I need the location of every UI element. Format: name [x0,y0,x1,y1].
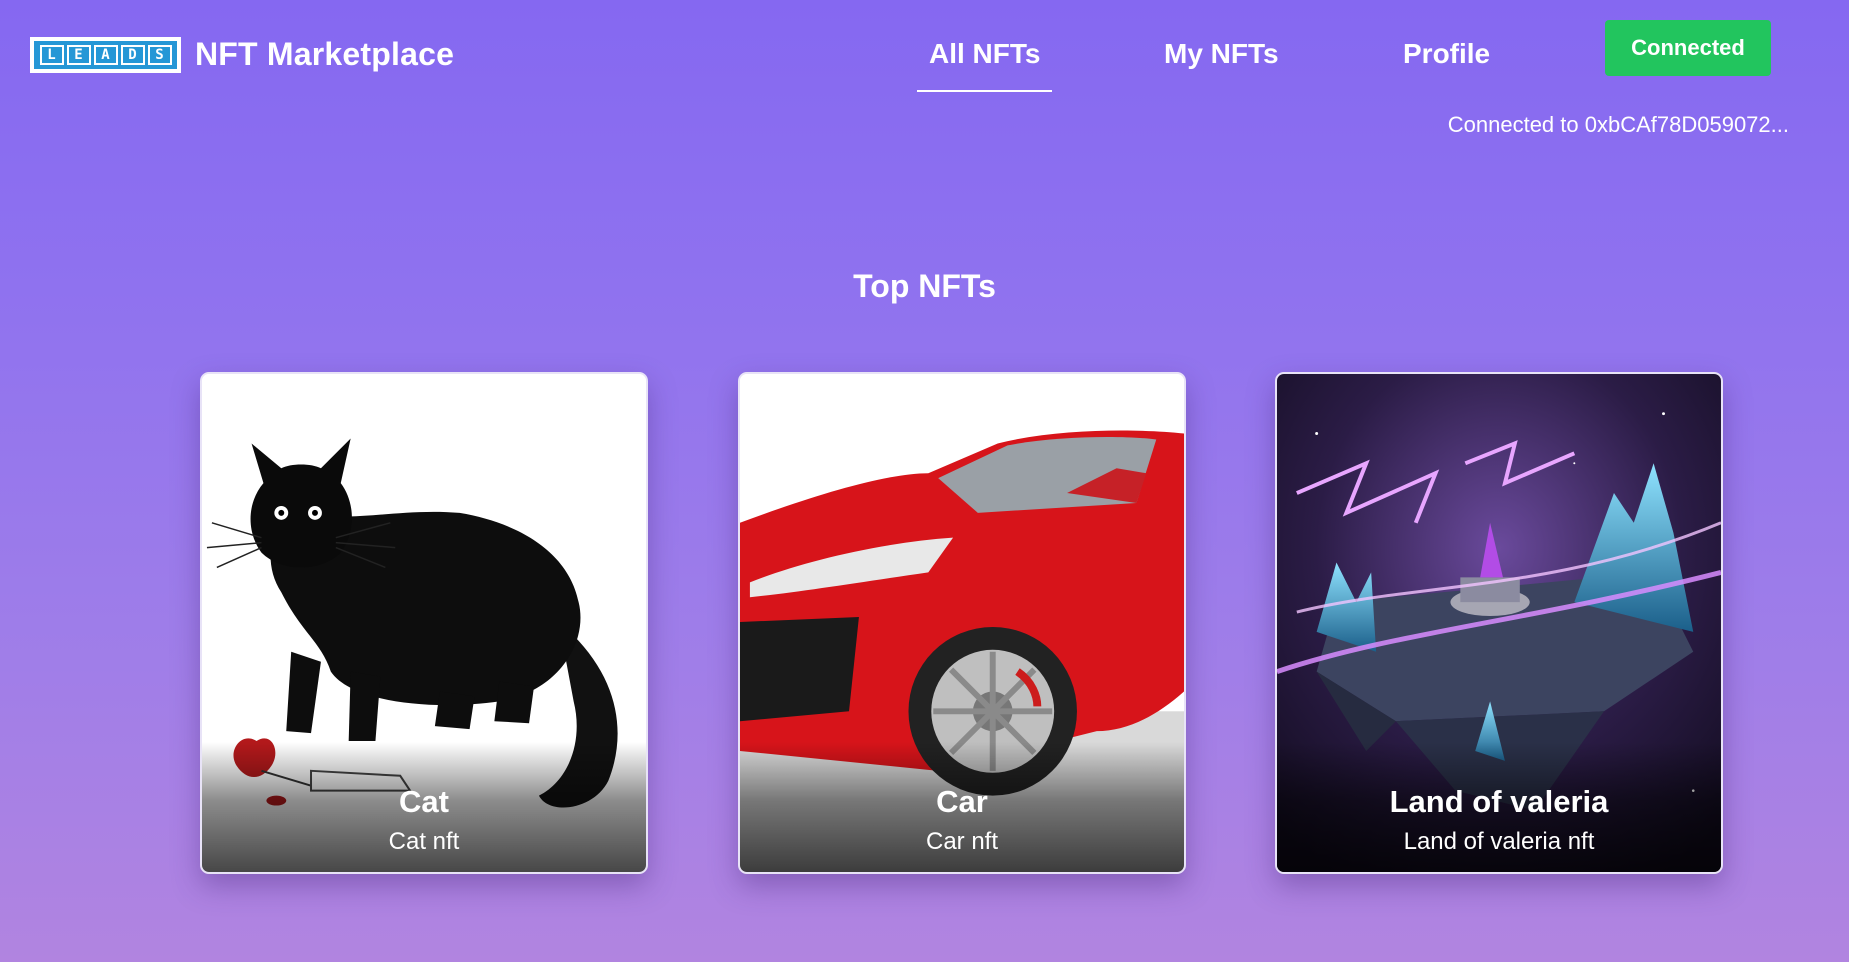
nft-description: Cat nft [388,828,460,855]
leads-logo[interactable]: L E A D S [30,36,181,73]
nft-description: Car nft [925,828,999,855]
brand[interactable]: L E A D S NFT Marketplace [30,36,454,73]
nft-name: Land of valeria [1389,784,1609,819]
logo-letter: E [66,44,91,65]
nav-my-nfts[interactable]: My NFTs [1164,38,1279,70]
card-caption: Land of valeria Land of valeria nft [1277,742,1721,872]
nft-description: Land of valeria nft [1403,828,1595,855]
nft-name: Cat [399,784,449,819]
logo-letter: D [120,44,145,65]
nft-card-land-of-valeria[interactable]: Land of valeria Land of valeria nft [1275,372,1723,874]
nav-all-nfts[interactable]: All NFTs [916,38,1054,92]
connect-wallet-button[interactable]: Connected [1605,20,1771,76]
nav-profile[interactable]: Profile [1403,38,1490,70]
card-caption: Car Car nft [740,742,1184,872]
logo-letter: L [39,44,64,65]
card-caption: Cat Cat nft [202,742,646,872]
section-title: Top NFTs [853,268,996,304]
nft-card-car[interactable]: Car Car nft [738,372,1186,874]
nft-name: Car [936,784,988,819]
logo-letter: S [147,44,172,65]
logo-letter: A [93,44,118,65]
nft-card-grid: Cat Cat nft Car Car nft Land of valeria … [0,372,1849,876]
leads-logo-mark: L E A D S [34,40,177,69]
site-title[interactable]: NFT Marketplace [195,36,454,73]
wallet-status-text: Connected to 0xbCAf78D059072... [1447,112,1789,137]
nft-card-cat[interactable]: Cat Cat nft [200,372,648,874]
top-navigation-bar: L E A D S NFT Marketplace All NFTs My NF… [0,0,1849,140]
